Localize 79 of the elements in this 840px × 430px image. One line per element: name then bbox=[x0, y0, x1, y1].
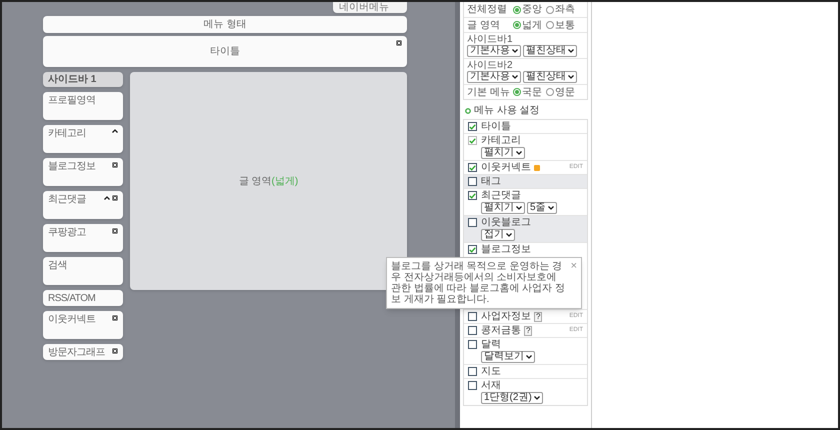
checkbox[interactable] bbox=[468, 122, 477, 131]
close-icon[interactable] bbox=[112, 228, 118, 234]
caret-icon[interactable] bbox=[548, 206, 554, 210]
menu-item-label: 사업자정보 bbox=[481, 311, 531, 322]
sidebar-widget[interactable]: 쿠팡광고 bbox=[43, 224, 123, 252]
caret-icon[interactable] bbox=[516, 206, 522, 210]
collapse-icon[interactable] bbox=[104, 196, 110, 200]
sidebar-widget[interactable]: RSS/ATOM bbox=[43, 290, 123, 306]
dropdown[interactable]: 접기 bbox=[481, 229, 515, 241]
menu-item-label: 콩저금통 bbox=[481, 325, 521, 336]
checkbox[interactable] bbox=[468, 312, 477, 321]
caret-icon[interactable] bbox=[526, 355, 532, 359]
close-icon[interactable] bbox=[112, 162, 118, 168]
help-icon[interactable]: ? bbox=[524, 326, 532, 336]
dropdown[interactable]: 1단형(2권) bbox=[481, 392, 543, 404]
radio-option[interactable]: 좌측 bbox=[546, 2, 575, 17]
sidebar-widget[interactable]: 방문자그래프 bbox=[43, 344, 123, 360]
dropdown[interactable]: 달력보기 bbox=[481, 351, 535, 363]
setting-label: 글 영역 bbox=[467, 18, 501, 32]
checkbox[interactable] bbox=[468, 326, 477, 335]
checkbox[interactable] bbox=[468, 367, 477, 376]
sidebar-widget[interactable]: 카테고리 bbox=[43, 125, 123, 153]
dropdown[interactable]: 펼친상태 bbox=[523, 71, 577, 83]
checkbox[interactable] bbox=[468, 245, 477, 254]
help-icon[interactable]: ? bbox=[534, 312, 542, 322]
content-area-label: 글 영역(넓게) bbox=[238, 174, 298, 188]
block-label: 타이틀 bbox=[210, 45, 240, 59]
radio-option[interactable]: 영문 bbox=[546, 84, 575, 100]
section-title: 메뉴 사용 설정 bbox=[474, 105, 540, 116]
setting-label: 사이드바1 bbox=[467, 34, 514, 45]
checkbox[interactable] bbox=[468, 381, 477, 390]
caret-icon[interactable] bbox=[534, 396, 540, 400]
menu-item-label: 최근댓글 bbox=[481, 190, 521, 201]
radio-option[interactable]: 국문 bbox=[513, 84, 542, 100]
dropdown[interactable]: 펼치기 bbox=[481, 202, 525, 214]
checkbox[interactable] bbox=[468, 340, 477, 349]
menu-bar-block[interactable]: 메뉴 형태 bbox=[43, 16, 407, 33]
sidebar-header: 사이드바 1 bbox=[43, 72, 123, 87]
sidebar-widget[interactable]: 검색 bbox=[43, 257, 123, 285]
caret-icon[interactable] bbox=[512, 49, 518, 53]
sidebar-widget[interactable]: 프로필영역 bbox=[43, 92, 123, 120]
caret-icon[interactable] bbox=[506, 233, 512, 237]
dropdown[interactable]: 기본사용 bbox=[467, 45, 521, 57]
dropdown[interactable]: 기본사용 bbox=[467, 71, 521, 83]
radio-option[interactable]: 보통 bbox=[546, 18, 575, 32]
menu-item-label: 카테고리 bbox=[481, 135, 521, 146]
caret-icon[interactable] bbox=[568, 49, 574, 53]
close-icon[interactable] bbox=[396, 40, 402, 46]
sidebar-widget[interactable]: 이웃커넥트 bbox=[43, 311, 123, 339]
close-icon[interactable] bbox=[112, 195, 118, 201]
sidebar-widget[interactable]: 블로그정보 bbox=[43, 158, 123, 186]
layout-tab[interactable]: 네이버메뉴 bbox=[333, 2, 407, 13]
checkbox[interactable] bbox=[468, 177, 477, 186]
menu-item-label: 태그 bbox=[481, 176, 501, 187]
radio-option[interactable]: 넓게 bbox=[513, 18, 542, 32]
radio-option[interactable]: 중앙 bbox=[513, 2, 542, 17]
close-icon[interactable] bbox=[112, 348, 118, 354]
caret-icon[interactable] bbox=[568, 75, 574, 79]
setting-label: 전체정렬 bbox=[467, 3, 508, 17]
bullet-icon bbox=[465, 108, 471, 114]
sidebar-widget[interactable]: 최근댓글 bbox=[43, 191, 123, 219]
close-icon[interactable] bbox=[112, 315, 118, 321]
menu-item-label: 이웃커넥트 bbox=[481, 162, 531, 173]
checkbox[interactable] bbox=[468, 163, 477, 172]
collapse-icon[interactable] bbox=[112, 129, 118, 133]
dropdown[interactable]: 펼친상태 bbox=[523, 45, 577, 57]
menu-item-label: 이웃블로그 bbox=[481, 217, 531, 228]
setting-label: 기본 메뉴 bbox=[467, 86, 509, 100]
setting-label: 사이드바2 bbox=[467, 60, 514, 71]
checkbox[interactable] bbox=[468, 218, 477, 227]
menu-item-label: 서재 bbox=[481, 380, 501, 391]
menu-item-label: 타이틀 bbox=[481, 121, 511, 132]
menu-item-label: 지도 bbox=[481, 366, 501, 377]
dropdown[interactable]: 5줄 bbox=[527, 202, 557, 214]
caret-icon[interactable] bbox=[512, 75, 518, 79]
menu-item-label: 달력 bbox=[481, 339, 501, 350]
menu-item-label: 블로그정보 bbox=[481, 244, 531, 255]
title-block[interactable]: 타이틀 bbox=[43, 36, 407, 67]
checkbox[interactable] bbox=[468, 191, 477, 200]
